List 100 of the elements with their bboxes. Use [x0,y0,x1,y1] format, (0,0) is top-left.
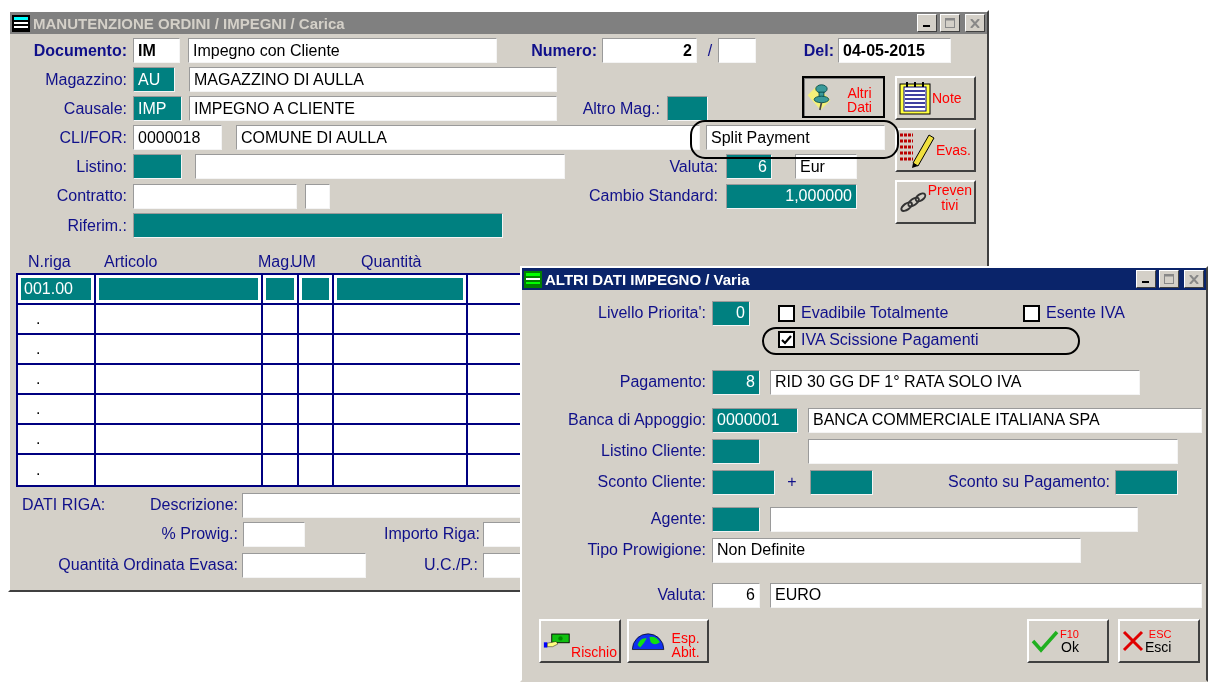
field-label: Quantità Ordinata Evasa: [58,556,238,574]
input-field[interactable] [712,506,760,532]
input-field[interactable]: 6 [726,154,772,179]
input-field[interactable]: 0 [712,300,750,326]
input-field[interactable] [808,438,1178,464]
input-field[interactable] [810,469,873,495]
input-field[interactable]: Non Definite [712,537,1081,563]
input-field[interactable] [242,552,366,578]
table-cell[interactable] [299,335,334,365]
input-field[interactable]: 04-05-2015 [838,38,951,63]
table-cell[interactable] [334,425,468,455]
minimize-button[interactable] [917,14,937,32]
field-label: Tipo Prowigione: [587,541,706,559]
close-button[interactable] [1184,270,1204,288]
input-field[interactable]: 6 [712,582,760,608]
maximize-button[interactable] [1159,270,1179,288]
input-field[interactable]: 8 [712,369,760,395]
checkbox[interactable] [1023,304,1040,322]
table-cell[interactable] [299,365,334,395]
input-field[interactable]: Eur [795,154,857,179]
input-field[interactable]: Impegno con Cliente [188,38,497,63]
table-cell[interactable] [96,365,263,395]
table-cell[interactable]: . [18,335,96,365]
minimize-button[interactable] [1136,270,1156,288]
plus-text: + [786,473,798,491]
input-field[interactable] [712,469,775,495]
field-label: Importo Riga: [383,525,480,543]
app-icon [12,14,30,32]
table-cell[interactable] [263,395,299,425]
column-header: Quantità [361,253,423,271]
input-field[interactable]: Split Payment [706,125,885,150]
maximize-button[interactable] [940,14,960,32]
field-label: CLI/FOR: [59,128,127,147]
esci-button[interactable]: ESC Esci [1118,619,1200,663]
field-label: Agente: [650,510,706,528]
table-cell[interactable]: . [18,395,96,425]
input-field[interactable] [133,154,182,179]
field-label: Listino: [76,157,127,176]
input-field[interactable] [133,213,503,238]
table-cell[interactable] [334,305,468,335]
close-icon [1189,274,1199,284]
table-cell[interactable] [263,335,299,365]
input-field[interactable]: AU [133,67,175,92]
table-cell[interactable]: . [18,365,96,395]
input-field[interactable] [195,154,565,179]
field-label: Cambio Standard: [589,187,718,205]
table-cell[interactable] [299,395,334,425]
field-label: Pagamento: [619,373,706,391]
app-icon [524,270,542,288]
input-field[interactable] [305,183,330,209]
table-cell[interactable] [334,365,468,395]
table-cell[interactable] [263,305,299,335]
table-cell[interactable] [263,425,299,455]
table-cell[interactable] [299,305,334,335]
input-field[interactable]: 0000018 [133,125,222,150]
input-field[interactable] [133,183,297,209]
field-label: Causale: [63,99,127,118]
table-cell[interactable] [334,275,468,305]
table-cell[interactable] [263,275,299,305]
table-cell[interactable]: . [18,425,96,455]
input-field[interactable]: IMP [133,96,182,121]
table-cell[interactable] [96,275,263,305]
input-field[interactable] [1115,469,1178,495]
field-label: Numero: [531,41,597,60]
close-icon [970,18,980,28]
checkbox[interactable] [778,304,795,322]
table-cell[interactable]: . [18,305,96,335]
input-field[interactable]: COMUNE DI AULLA [236,125,700,150]
table-cell[interactable] [96,425,263,455]
table-cell[interactable] [334,335,468,365]
ok-button[interactable]: F10 Ok [1027,619,1109,663]
input-field[interactable] [243,521,305,547]
checkbox[interactable] [778,331,795,348]
input-field[interactable] [770,506,1138,532]
separator-text: / [706,41,714,60]
input-field[interactable] [718,38,756,63]
table-cell[interactable] [263,365,299,395]
input-field[interactable]: 2 [602,38,697,63]
table-cell[interactable] [299,275,334,305]
table-cell[interactable] [96,305,263,335]
field-label: Contratto: [56,187,127,205]
table-cell[interactable] [96,395,263,425]
table-cell[interactable] [96,335,263,365]
input-field[interactable]: 0000001 [712,407,798,433]
field-label: DATI RIGA: [22,496,106,514]
input-field[interactable]: IMPEGNO A CLIENTE [189,96,557,121]
input-field[interactable]: IM [133,38,180,63]
input-field[interactable] [712,438,760,464]
input-field[interactable] [667,96,708,121]
column-header: Articolo [104,253,159,271]
table-cell[interactable] [334,395,468,425]
maximize-icon [945,18,955,28]
input-field[interactable]: MAGAZZINO DI AULLA [189,67,557,92]
input-field[interactable]: RID 30 GG DF 1° RATA SOLO IVA [770,369,1140,395]
table-cell[interactable]: 001.00 [18,275,96,305]
input-field[interactable]: EURO [770,582,1202,608]
close-button[interactable] [965,14,985,32]
input-field[interactable]: BANCA COMMERCIALE ITALIANA SPA [808,407,1202,433]
table-cell[interactable] [299,425,334,455]
input-field[interactable]: 1,000000 [726,183,857,209]
